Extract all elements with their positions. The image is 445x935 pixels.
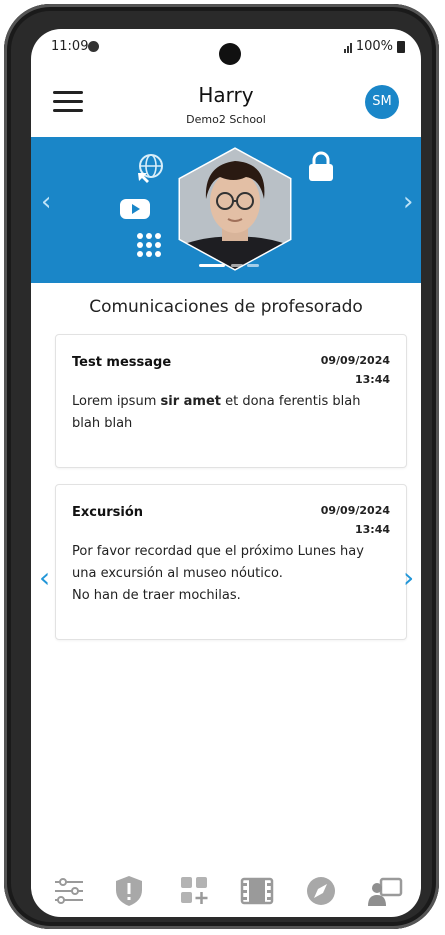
- bottom-navigation: [31, 869, 421, 917]
- message-date: 09/09/2024: [320, 354, 390, 367]
- film-icon[interactable]: [239, 873, 275, 909]
- user-avatar[interactable]: SM: [365, 85, 399, 119]
- message-line: Por favor recordad que el próximo Lunes …: [72, 544, 364, 559]
- message-title: Test message: [72, 355, 172, 370]
- message-time: 13:44: [354, 523, 390, 536]
- section-title: Comunicaciones de profesorado: [89, 297, 363, 317]
- message-line: No han de traer mochilas.: [72, 588, 241, 603]
- signal-icon: [343, 41, 352, 53]
- app-header: Harry Demo2 School SM: [31, 65, 421, 137]
- battery-percent: 100%: [355, 39, 393, 54]
- banner-next-arrow[interactable]: ›: [403, 187, 413, 217]
- student-photo: [178, 147, 292, 271]
- student-banner: ‹ ›: [31, 137, 421, 283]
- status-bar: 11:09 100%: [31, 29, 421, 65]
- message-body: Por favor recordad que el próximo Lunes …: [72, 541, 390, 607]
- youtube-icon[interactable]: [119, 197, 151, 221]
- message-date: 09/09/2024: [320, 504, 390, 517]
- message-card[interactable]: Test message 09/09/2024 13:44 Lorem ipsu…: [55, 334, 407, 468]
- student-name: Harry: [198, 83, 254, 107]
- add-grid-icon[interactable]: [177, 873, 213, 909]
- presenter-icon[interactable]: [367, 873, 403, 909]
- carousel-indicator: [231, 264, 243, 267]
- status-right: 100%: [343, 39, 405, 54]
- banner-prev-arrow[interactable]: ‹: [41, 187, 51, 217]
- shield-alert-icon[interactable]: [111, 873, 147, 909]
- compass-icon[interactable]: [303, 873, 339, 909]
- message-body: Lorem ipsum sir amet et dona ferentis bl…: [72, 394, 361, 431]
- carousel-indicator: [247, 264, 259, 267]
- apps-grid-icon[interactable]: [135, 231, 163, 259]
- lock-icon[interactable]: [307, 151, 335, 183]
- messages-next-arrow[interactable]: ›: [403, 561, 414, 594]
- message-line: una excursión al museo nóutico.: [72, 566, 283, 581]
- message-card[interactable]: Excursión 09/09/2024 13:44 Por favor rec…: [55, 484, 407, 640]
- message-time: 13:44: [354, 373, 390, 386]
- phone-frame: 11:09 100% Harry Demo2 School SM ‹ › Com…: [4, 4, 439, 929]
- status-time: 11:09: [51, 39, 89, 54]
- school-name: Demo2 School: [186, 113, 266, 126]
- globe-cursor-icon[interactable]: [135, 153, 165, 183]
- messages-prev-arrow[interactable]: ‹: [39, 561, 50, 594]
- notification-dot-icon: [88, 41, 99, 52]
- carousel-indicator-active: [199, 264, 225, 267]
- message-body-bold: sir amet: [160, 394, 221, 409]
- front-camera: [219, 43, 241, 65]
- message-title: Excursión: [72, 505, 144, 520]
- app-screen: 11:09 100% Harry Demo2 School SM ‹ › Com…: [31, 29, 421, 917]
- battery-icon: [397, 40, 405, 53]
- sliders-icon[interactable]: [51, 873, 87, 909]
